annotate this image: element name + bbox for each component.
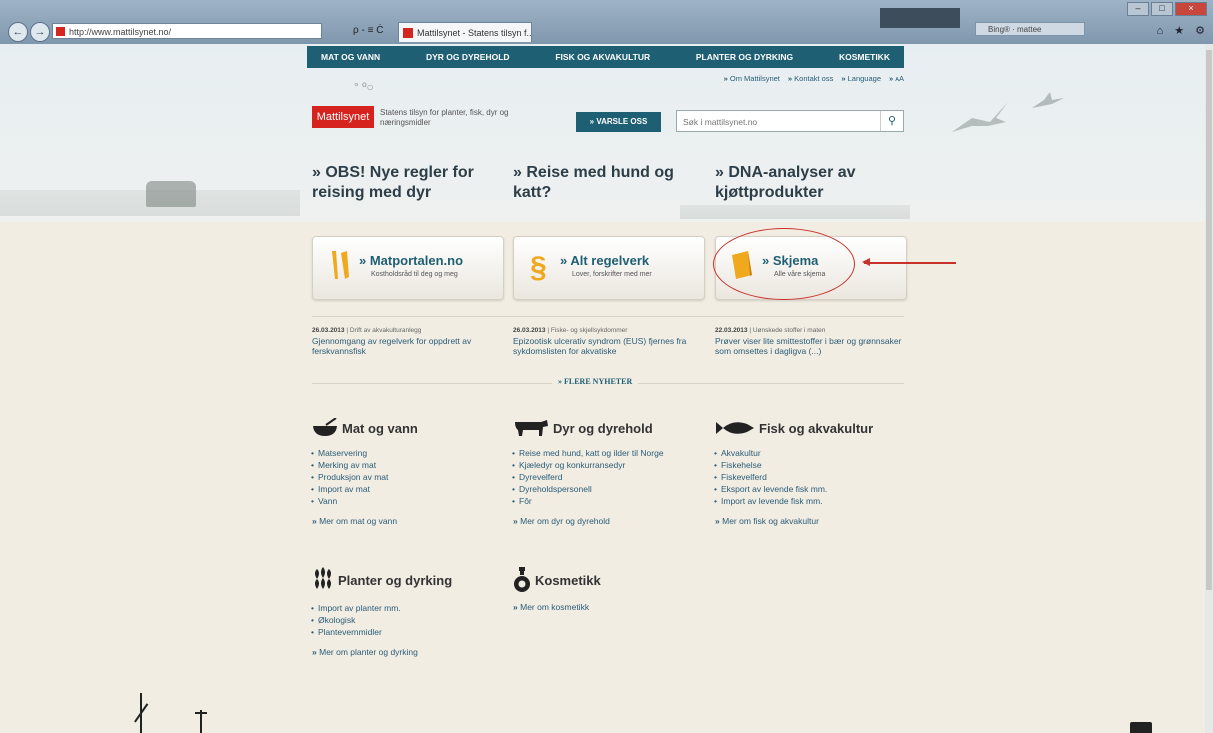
search-input[interactable] <box>681 112 875 132</box>
section-fisk-og-akvakultur: Fisk og akvakultur Akvakultur Fiskehelse… <box>714 418 905 527</box>
logo-tagline: Statens tilsyn for planter, fisk, dyr og… <box>380 108 509 127</box>
nav-kosmetikk[interactable]: KOSMETIKK <box>839 52 890 62</box>
more-link[interactable]: » Mer om mat og vann <box>312 516 502 526</box>
varsle-oss-button[interactable]: » VARSLE OSS <box>576 112 661 132</box>
wheat-icon <box>315 567 331 589</box>
forward-arrow-icon[interactable]: → <box>30 22 50 42</box>
address-text: http://www.mattilsynet.no/ <box>69 27 172 37</box>
list-item[interactable]: Produksjon av mat <box>311 471 502 483</box>
annotation-arrow-icon <box>862 259 956 265</box>
list-item[interactable]: Matservering <box>311 447 502 459</box>
cow-silhouette-icon <box>146 181 196 207</box>
utility-om[interactable]: » Om Mattilsynet <box>724 74 780 83</box>
tab-favicon-icon <box>403 28 413 38</box>
list-item[interactable]: Import av mat <box>311 483 502 495</box>
close-icon[interactable]: × <box>1175 2 1207 16</box>
headline-reise-hund-katt[interactable]: » Reise med hund og katt? <box>513 163 703 203</box>
main-navigation: MAT OG VANN DYR OG DYREHOLD FISK OG AKVA… <box>307 46 904 68</box>
flere-nyheter-link[interactable]: » FLERE NYHETER <box>552 377 639 386</box>
nav-mat-og-vann[interactable]: MAT OG VANN <box>321 52 380 62</box>
list-item[interactable]: Fôr <box>512 495 713 507</box>
divider <box>312 316 904 317</box>
section-title[interactable]: Fisk og akvakultur <box>759 421 873 436</box>
section-mat-og-vann: Mat og vann Matservering Merking av mat … <box>311 418 502 526</box>
svg-text:§: § <box>530 251 547 281</box>
more-link[interactable]: » Mer om kosmetikk <box>513 602 703 612</box>
news-item[interactable]: 22.03.2013 | Uønskede stoffer i maten Pr… <box>715 327 903 356</box>
cow-icon <box>515 420 548 436</box>
back-arrow-icon[interactable]: ← <box>8 22 28 42</box>
site-favicon-icon <box>56 27 65 36</box>
section-title[interactable]: Dyr og dyrehold <box>553 421 653 436</box>
list-item[interactable]: Kjæledyr og konkurransedyr <box>512 459 713 471</box>
address-bar[interactable]: http://www.mattilsynet.no/ <box>52 23 322 39</box>
tab-title: Mattilsynet - Statens tilsyn f... × <box>417 28 532 38</box>
tab-mattilsynet[interactable]: Mattilsynet - Statens tilsyn f... × <box>398 22 532 42</box>
section-kosmetikk: Kosmetikk » Mer om kosmetikk <box>513 567 703 612</box>
section-planter-og-dyrking: Planter og dyrking Import av planter mm.… <box>311 567 502 657</box>
list-item[interactable]: Fiskehelse <box>714 459 905 471</box>
address-tools[interactable]: ρ - ≡ Ċ <box>353 25 383 36</box>
list-item[interactable]: Dyreholdspersonell <box>512 483 713 495</box>
fish-icon <box>716 422 754 434</box>
bird-silhouette-icon <box>952 102 1008 132</box>
utility-kontakt[interactable]: » Kontakt oss <box>788 74 833 83</box>
grass-silhouette-right <box>680 205 910 219</box>
more-link[interactable]: » Mer om fisk og akvakultur <box>715 516 905 526</box>
site-search: ⚲ <box>676 110 904 132</box>
list-item[interactable]: Import av planter mm. <box>311 602 502 614</box>
section-dyr-og-dyrehold: Dyr og dyrehold Reise med hund, katt og … <box>512 418 713 526</box>
list-item[interactable]: Dyrevelferd <box>512 471 713 483</box>
news-item[interactable]: 26.03.2013 | Fiske- og skjellsykdommer E… <box>513 327 701 356</box>
list-item[interactable]: Vann <box>311 495 502 507</box>
list-item[interactable]: Reise med hund, katt og ilder til Norge <box>512 447 713 459</box>
window-controls: – □ × <box>1127 2 1207 16</box>
card-alt-regelverk[interactable]: § » Alt regelverk Lover, forskrifter med… <box>513 236 705 300</box>
section-title[interactable]: Kosmetikk <box>535 573 601 588</box>
site-logo[interactable]: Mattilsynet <box>312 106 374 128</box>
list-item[interactable]: Fiskevelferd <box>714 471 905 483</box>
browser-toolbar-icons[interactable]: ⌂ ★ ⚙ <box>1157 24 1209 37</box>
section-title[interactable]: Mat og vann <box>342 421 418 436</box>
utility-text-size[interactable]: » ᴀA <box>889 74 904 83</box>
mortar-bowl-icon <box>313 418 337 436</box>
paragraph-icon: § <box>530 251 547 281</box>
logo-bubbles-icon: ° º○ <box>354 80 374 94</box>
list-item[interactable]: Import av levende fisk mm. <box>714 495 905 507</box>
nav-planter-og-dyrking[interactable]: PLANTER OG DYRKING <box>696 52 793 62</box>
flying-bird-icon <box>1032 92 1064 108</box>
scrollbar[interactable] <box>1205 44 1213 733</box>
nav-dyr-og-dyrehold[interactable]: DYR OG DYREHOLD <box>426 52 510 62</box>
section-title[interactable]: Planter og dyrking <box>338 573 452 588</box>
maximize-icon[interactable]: □ <box>1151 2 1173 16</box>
headline-regler-reising[interactable]: » OBS! Nye regler for reising med dyr <box>312 163 507 203</box>
antenna-crossbar <box>195 712 207 714</box>
card-matportalen[interactable]: » Matportalen.no Kostholdsråd til deg og… <box>312 236 504 300</box>
minimize-icon[interactable]: – <box>1127 2 1149 16</box>
utility-language[interactable]: » Language <box>841 74 881 83</box>
background-window-thumbnail <box>880 8 960 28</box>
more-link[interactable]: » Mer om planter og dyrking <box>312 647 502 657</box>
browser-search-box[interactable]: Bing® · mattee <box>975 22 1085 36</box>
list-item[interactable]: Merking av mat <box>311 459 502 471</box>
list-item[interactable]: Akvakultur <box>714 447 905 459</box>
cutlery-icon <box>332 251 349 279</box>
news-item[interactable]: 26.03.2013 | Drift av akvakulturanlegg G… <box>312 327 500 356</box>
corner-silhouette-icon <box>1130 722 1152 733</box>
headline-dna-analyser[interactable]: » DNA-analyser av kjøttprodukter <box>715 163 895 203</box>
lotion-bottle-icon <box>514 567 530 592</box>
more-link[interactable]: » Mer om dyr og dyrehold <box>513 516 713 526</box>
list-item[interactable]: Plantevernmidler <box>311 626 502 638</box>
browser-chrome: ← → http://www.mattilsynet.no/ ρ - ≡ Ċ M… <box>0 0 1213 44</box>
search-icon[interactable]: ⚲ <box>880 111 903 131</box>
list-item[interactable]: Eksport av levende fisk mm. <box>714 483 905 495</box>
utility-links: » Om Mattilsynet » Kontakt oss » Languag… <box>640 74 904 83</box>
scrollbar-thumb[interactable] <box>1206 50 1212 590</box>
annotation-circle <box>713 228 855 300</box>
nav-fisk-og-akvakultur[interactable]: FISK OG AKVAKULTUR <box>555 52 650 62</box>
list-item[interactable]: Økologisk <box>311 614 502 626</box>
